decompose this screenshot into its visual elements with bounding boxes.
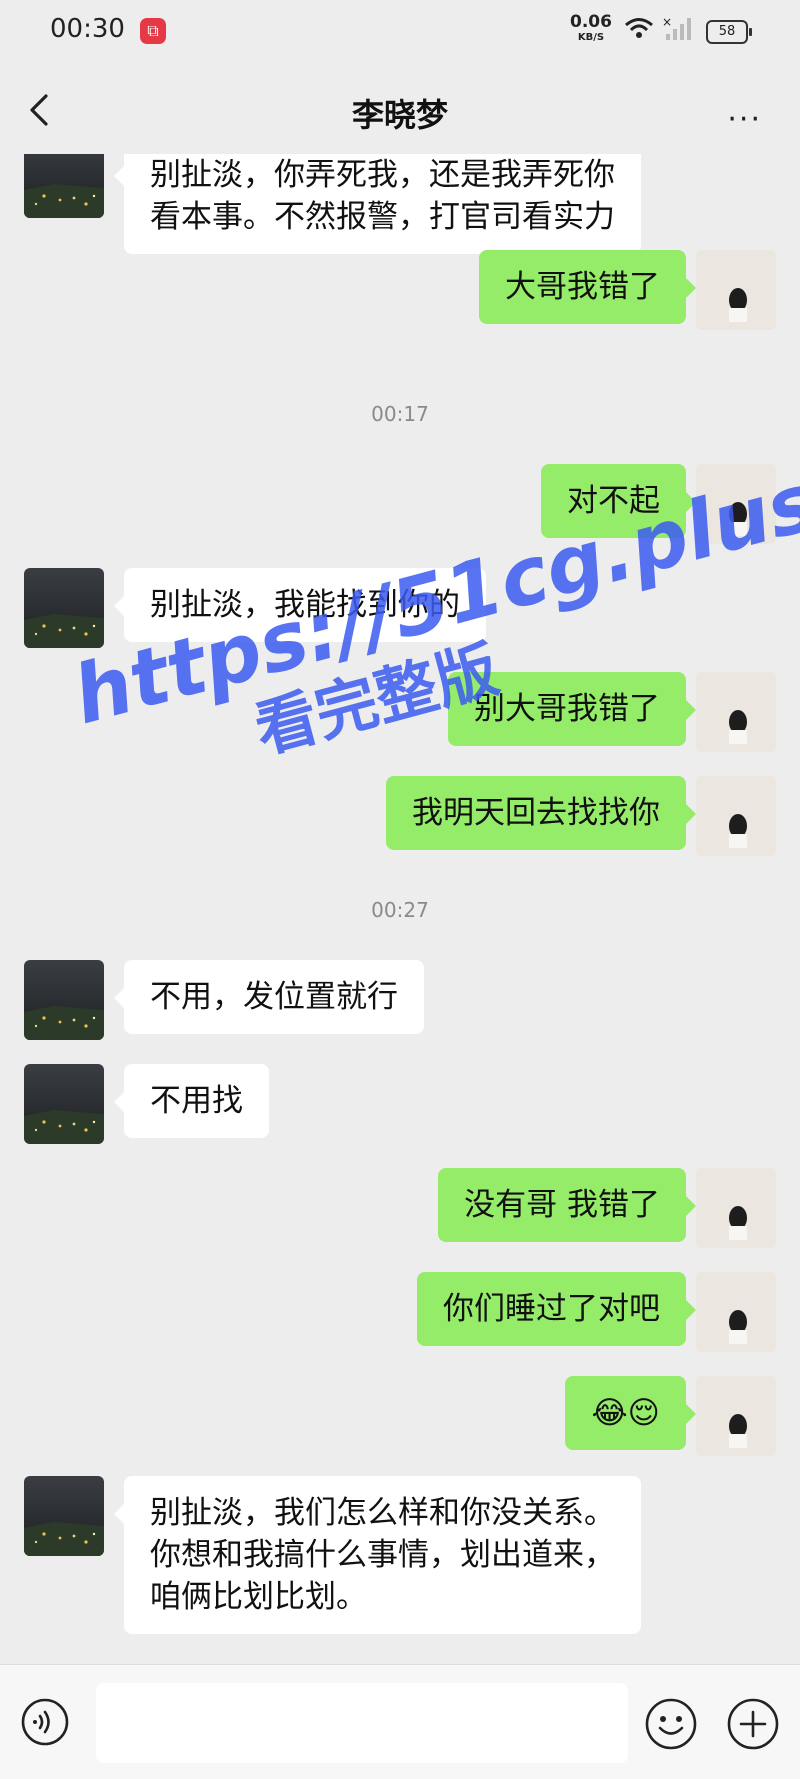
message-line: 别扯淡，我们怎么样和你没关系。: [150, 1495, 615, 1531]
outgoing-message[interactable]: 我明天回去找找你: [386, 776, 696, 850]
message-list[interactable]: 别扯淡，你弄死我，还是我弄死你 看本事。不然报警，打官司看实力 大哥我错了 00…: [0, 154, 800, 1664]
emoji-icon[interactable]: [644, 1697, 698, 1751]
status-time: 00:30: [50, 14, 125, 44]
net-speed-value: 0.06: [570, 12, 612, 32]
silhouette-avatar-image: [696, 1272, 776, 1352]
my-avatar[interactable]: [696, 1376, 776, 1456]
input-bar: [0, 1664, 800, 1779]
battery-icon: 58: [706, 20, 752, 44]
my-avatar[interactable]: [696, 672, 776, 752]
net-speed-unit: KB/S: [577, 32, 605, 43]
outgoing-message[interactable]: 别大哥我错了: [448, 672, 696, 746]
plus-icon[interactable]: [726, 1697, 780, 1751]
more-icon[interactable]: ···: [727, 102, 762, 137]
silhouette-avatar-image: [696, 776, 776, 856]
incoming-message[interactable]: 别扯淡，我能找到你的: [114, 568, 486, 642]
incoming-message[interactable]: 别扯淡，你弄死我，还是我弄死你 看本事。不然报警，打官司看实力: [114, 154, 641, 254]
incoming-message[interactable]: 不用，发位置就行: [114, 960, 424, 1034]
incoming-message[interactable]: 别扯淡，我们怎么样和你没关系。 你想和我搞什么事情，划出道来， 咱俩比划比划。: [114, 1476, 641, 1634]
outgoing-emoji-message[interactable]: 😂😌: [565, 1376, 696, 1450]
silhouette-avatar-image: [696, 1376, 776, 1456]
message-line: 咱俩比划比划。: [150, 1579, 367, 1615]
night-city-avatar-image: [24, 568, 104, 648]
status-bar: 00:30 ⧉ 0.06 KB/S × 58: [0, 0, 800, 64]
outgoing-message[interactable]: 对不起: [541, 464, 696, 538]
my-avatar[interactable]: [696, 776, 776, 856]
timestamp: 00:17: [371, 402, 429, 426]
my-avatar[interactable]: [696, 1272, 776, 1352]
message-input[interactable]: [96, 1683, 628, 1763]
silhouette-avatar-image: [696, 1168, 776, 1248]
message-line: 你想和我搞什么事情，划出道来，: [150, 1537, 615, 1573]
night-city-avatar-image: [24, 960, 104, 1040]
signal-icon: ×: [662, 16, 691, 40]
contact-avatar[interactable]: [24, 960, 104, 1040]
outgoing-message[interactable]: 没有哥 我错了: [438, 1168, 696, 1242]
message-line: 别扯淡，你弄死我，还是我弄死你: [150, 157, 615, 193]
night-city-avatar-image: [24, 154, 104, 218]
my-avatar[interactable]: [696, 464, 776, 544]
silhouette-avatar-image: [696, 464, 776, 544]
wifi-icon: [625, 18, 653, 38]
voice-icon[interactable]: [20, 1697, 70, 1747]
screenshot-crop-icon: ⧉: [140, 18, 166, 44]
chat-header: 李晓梦 ···: [0, 64, 800, 154]
outgoing-message[interactable]: 大哥我错了: [479, 250, 696, 324]
network-speed: 0.06 KB/S: [570, 14, 612, 46]
silhouette-avatar-image: [696, 250, 776, 330]
silhouette-avatar-image: [696, 672, 776, 752]
svg-text:×: ×: [662, 16, 672, 29]
timestamp: 00:27: [371, 898, 429, 922]
outgoing-message[interactable]: 你们睡过了对吧: [417, 1272, 696, 1346]
night-city-avatar-image: [24, 1064, 104, 1144]
contact-avatar[interactable]: [24, 568, 104, 648]
incoming-message[interactable]: 不用找: [114, 1064, 269, 1138]
my-avatar[interactable]: [696, 1168, 776, 1248]
contact-avatar[interactable]: [24, 1476, 104, 1556]
message-line: 看本事。不然报警，打官司看实力: [150, 199, 615, 235]
contact-avatar[interactable]: [24, 154, 104, 218]
contact-avatar[interactable]: [24, 1064, 104, 1144]
night-city-avatar-image: [24, 1476, 104, 1556]
my-avatar[interactable]: [696, 250, 776, 330]
chat-title: 李晓梦: [351, 96, 448, 134]
